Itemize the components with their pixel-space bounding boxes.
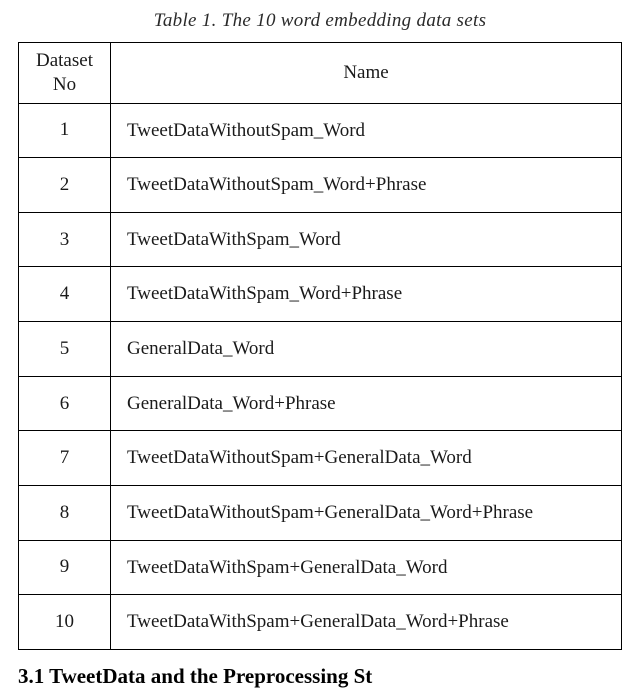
cell-no: 6 [19,376,111,431]
table-row: 4 TweetDataWithSpam_Word+Phrase [19,267,622,322]
cell-name: TweetDataWithoutSpam+GeneralData_Word+Ph… [111,485,622,540]
table-row: 8 TweetDataWithoutSpam+GeneralData_Word+… [19,485,622,540]
header-name: Name [111,43,622,104]
cell-name: TweetDataWithoutSpam_Word+Phrase [111,158,622,213]
cell-name: TweetDataWithoutSpam_Word [111,103,622,158]
cell-no: 7 [19,431,111,486]
table-row: 9 TweetDataWithSpam+GeneralData_Word [19,540,622,595]
section-heading-partial: 3.1 TweetData and the Preprocessing St [18,664,622,689]
header-dataset-no: Dataset No [19,43,111,104]
table-row: 1 TweetDataWithoutSpam_Word [19,103,622,158]
table-caption: Table 1. The 10 word embedding data sets [18,10,622,32]
cell-no: 3 [19,212,111,267]
table-row: 10 TweetDataWithSpam+GeneralData_Word+Ph… [19,595,622,650]
cell-no: 2 [19,158,111,213]
cell-no: 1 [19,103,111,158]
cell-name: TweetDataWithoutSpam+GeneralData_Word [111,431,622,486]
cell-name: GeneralData_Word [111,322,622,377]
cell-name: TweetDataWithSpam+GeneralData_Word+Phras… [111,595,622,650]
cell-no: 4 [19,267,111,322]
cell-name: GeneralData_Word+Phrase [111,376,622,431]
cell-no: 8 [19,485,111,540]
table-row: 3 TweetDataWithSpam_Word [19,212,622,267]
cell-name: TweetDataWithSpam_Word [111,212,622,267]
cell-no: 10 [19,595,111,650]
cell-name: TweetDataWithSpam_Word+Phrase [111,267,622,322]
table-row: 6 GeneralData_Word+Phrase [19,376,622,431]
datasets-table: Dataset No Name 1 TweetDataWithoutSpam_W… [18,42,622,650]
cell-no: 5 [19,322,111,377]
table-row: 7 TweetDataWithoutSpam+GeneralData_Word [19,431,622,486]
table-header-row: Dataset No Name [19,43,622,104]
cell-no: 9 [19,540,111,595]
table-row: 5 GeneralData_Word [19,322,622,377]
table-row: 2 TweetDataWithoutSpam_Word+Phrase [19,158,622,213]
cell-name: TweetDataWithSpam+GeneralData_Word [111,540,622,595]
